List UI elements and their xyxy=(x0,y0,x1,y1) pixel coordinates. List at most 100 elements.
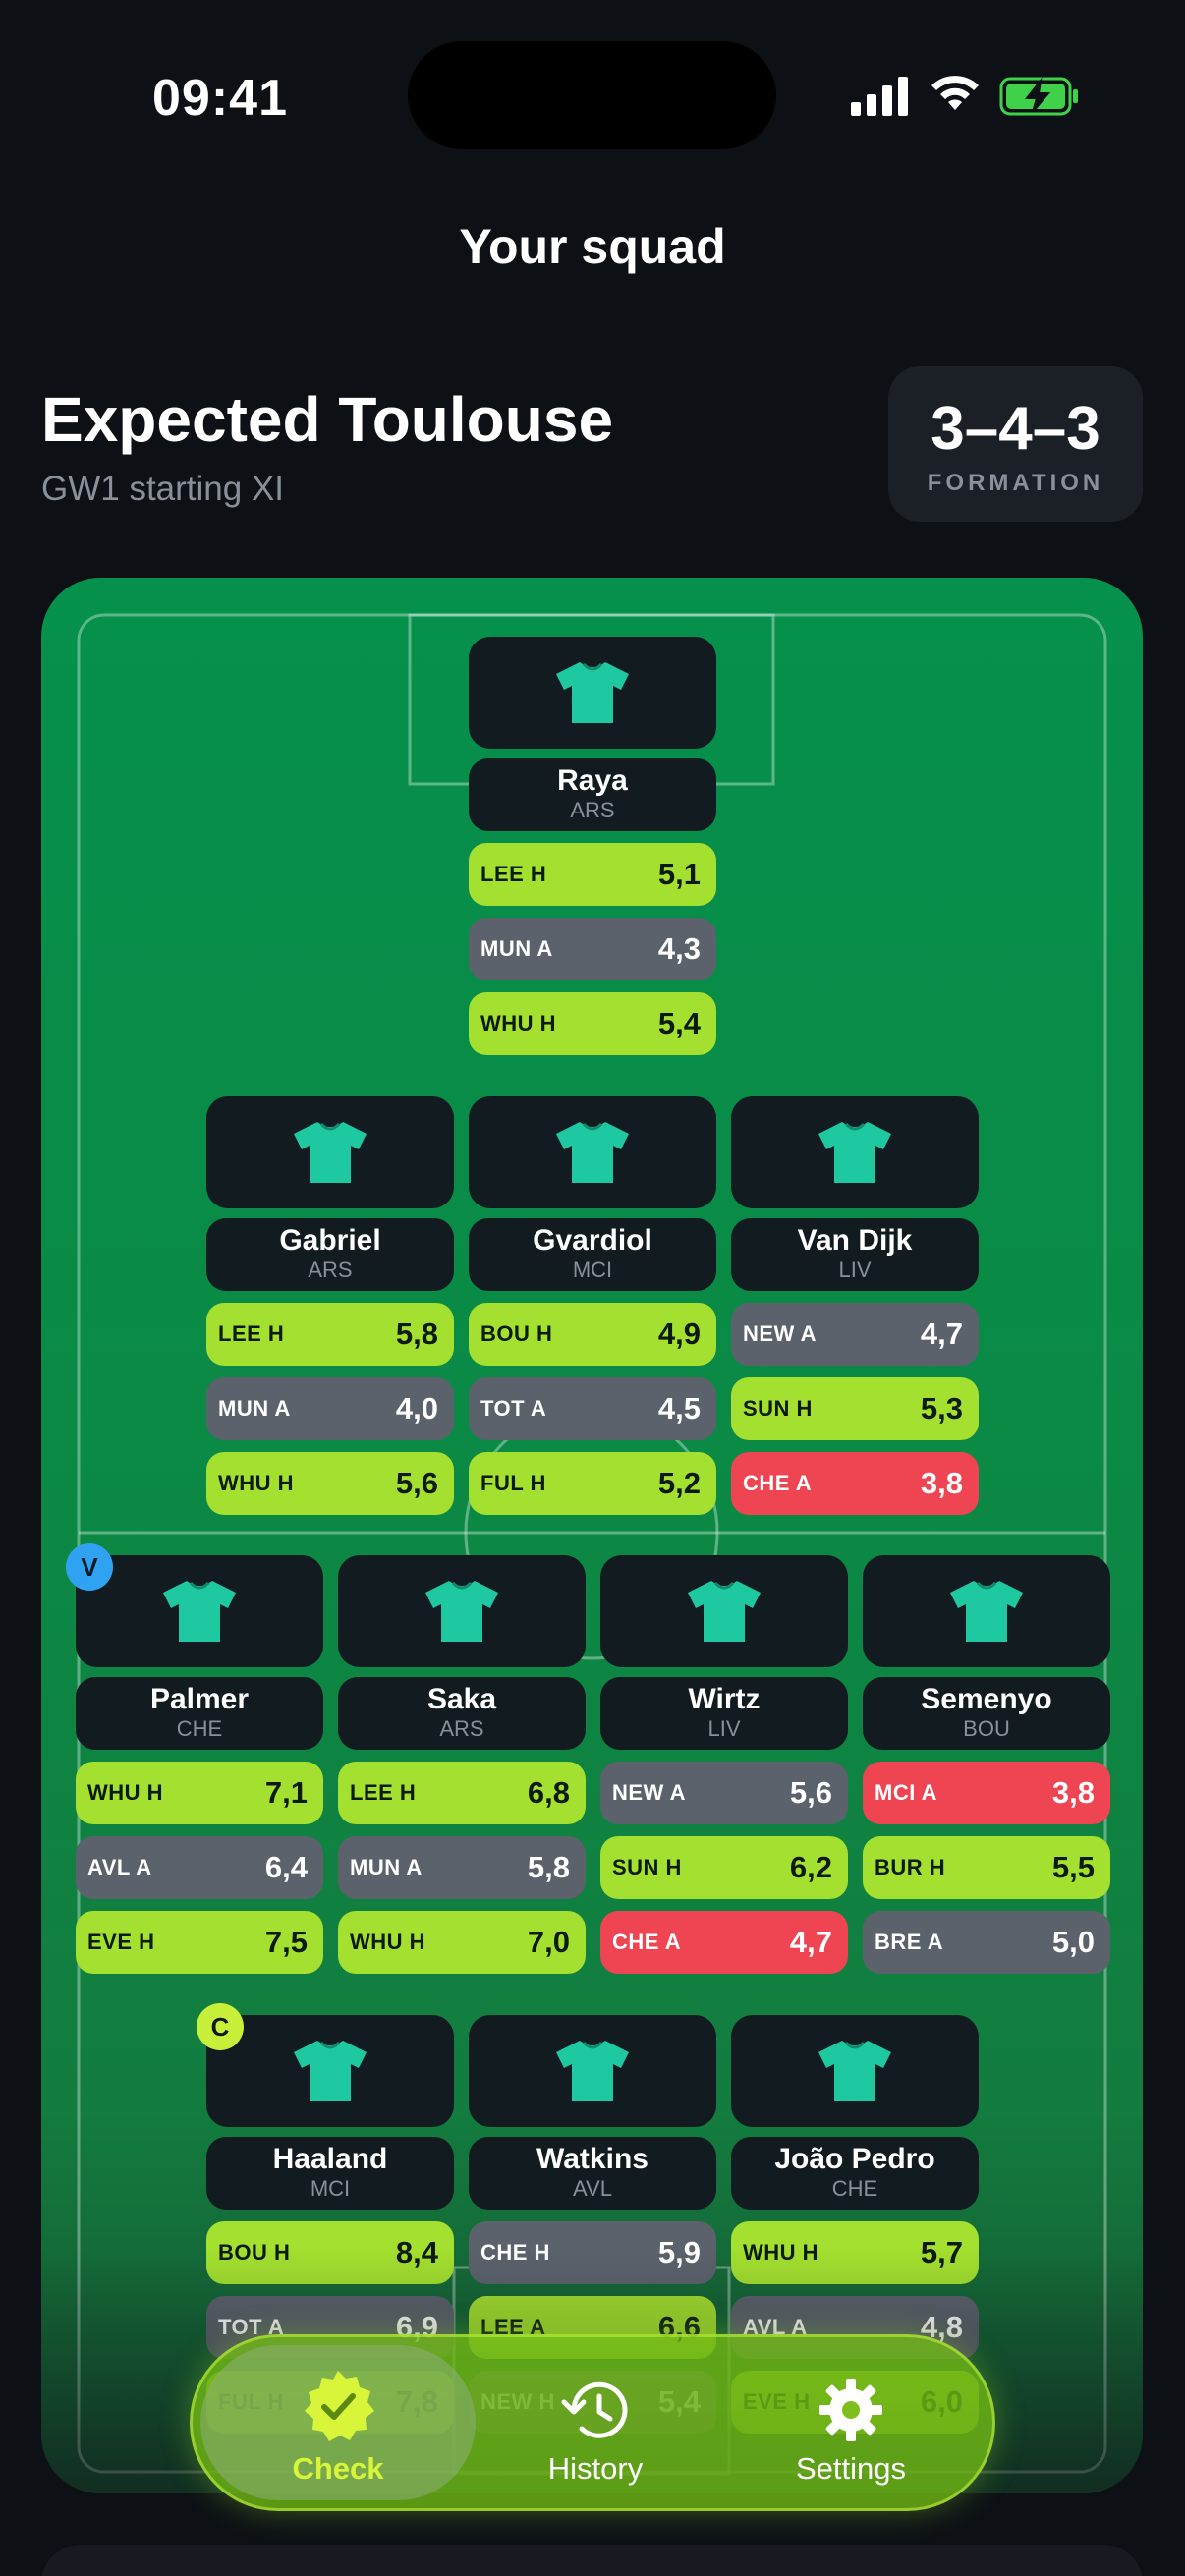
tab-check[interactable]: Check xyxy=(200,2337,476,2514)
fixture-points: 4,5 xyxy=(657,1391,701,1426)
fixture-points: 5,6 xyxy=(789,1775,832,1810)
fixture-pill: MCI A 3,8 xyxy=(863,1762,1110,1824)
fixture-points: 5,4 xyxy=(657,1006,701,1040)
player-team: ARS xyxy=(439,1716,484,1741)
fixture-pill: WHU H 7,1 xyxy=(76,1762,323,1824)
player-card[interactable]: Semenyo BOU MCI A 3,8 BUR H 5,5 BRE A 5,0 xyxy=(863,1555,1110,1974)
fixture-points: 4,9 xyxy=(657,1316,701,1351)
player-name: Semenyo xyxy=(921,1683,1052,1715)
shirt-icon xyxy=(818,2041,891,2101)
fixture-points: 7,1 xyxy=(264,1775,308,1810)
fixture-opponent: MUN A xyxy=(218,1396,291,1421)
fixture-opponent: CHE A xyxy=(612,1930,682,1954)
fixture-opponent: LEE H xyxy=(480,862,547,886)
fixture-pill: WHU H 5,4 xyxy=(469,992,716,1055)
formation-card[interactable]: 3–4–3 FORMATION xyxy=(888,366,1143,522)
player-name: Saka xyxy=(426,1683,497,1715)
fixture-pill: SUN H 5,3 xyxy=(731,1377,979,1440)
fixture-pill: SUN H 6,2 xyxy=(600,1836,848,1899)
page-title: Your squad xyxy=(459,219,726,274)
fixture-pill: NEW A 5,6 xyxy=(600,1762,848,1824)
player-card[interactable]: Saka ARS LEE H 6,8 MUN A 5,8 WHU H 7,0 xyxy=(338,1555,586,1974)
player-card[interactable]: Gabriel ARS LEE H 5,8 MUN A 4,0 WHU H 5,6 xyxy=(206,1096,454,1515)
fixture-opponent: EVE H xyxy=(87,1930,155,1954)
fixture-opponent: BRE A xyxy=(875,1930,944,1954)
vice-captain-badge: V xyxy=(66,1543,113,1591)
battery-charging-icon xyxy=(999,77,1078,116)
fixture-opponent: WHU H xyxy=(480,1011,557,1036)
fixture-opponent: WHU H xyxy=(87,1780,164,1805)
fixture-pill: NEW A 4,7 xyxy=(731,1303,979,1366)
player-name-card: Semenyo BOU xyxy=(863,1677,1110,1750)
player-name: Watkins xyxy=(536,2143,649,2175)
shirt-card xyxy=(469,2015,716,2127)
shirt-card xyxy=(206,2015,454,2127)
player-name-card: Watkins AVL xyxy=(469,2137,716,2210)
fixture-pill: AVL A 6,4 xyxy=(76,1836,323,1899)
tab-check-label: Check xyxy=(292,2451,384,2486)
check-badge-icon xyxy=(305,2371,374,2441)
fixture-opponent: BUR H xyxy=(875,1855,946,1879)
history-icon xyxy=(561,2381,628,2438)
fixture-opponent: AVL A xyxy=(87,1855,152,1879)
fixture-points: 4,0 xyxy=(395,1391,438,1426)
team-name: Expected Toulouse xyxy=(41,384,614,455)
shirt-card xyxy=(469,1096,716,1208)
fixture-opponent: FUL H xyxy=(480,1471,546,1495)
fixture-opponent: WHU H xyxy=(350,1930,426,1954)
shirt-icon xyxy=(950,1581,1023,1642)
player-card[interactable]: Palmer CHE WHU H 7,1 AVL A 6,4 EVE H 7,5 xyxy=(76,1555,323,1974)
player-name: Haaland xyxy=(272,2143,388,2175)
fixture-pill: MUN A 5,8 xyxy=(338,1836,586,1899)
player-name: Gvardiol xyxy=(533,1224,652,1257)
tab-history[interactable]: History xyxy=(487,2337,704,2514)
tab-bar: Check History Settings xyxy=(190,2334,995,2511)
fixture-pill: MUN A 4,0 xyxy=(206,1377,454,1440)
fixture-pill: CHE A 4,7 xyxy=(600,1911,848,1974)
fixture-points: 4,7 xyxy=(789,1925,832,1959)
fixture-opponent: SUN H xyxy=(743,1396,813,1421)
fixture-pill: CHE A 3,8 xyxy=(731,1452,979,1515)
fixture-pill: MUN A 4,3 xyxy=(469,918,716,980)
player-team: LIV xyxy=(707,1716,741,1741)
shirt-card xyxy=(600,1555,848,1667)
player-name: Van Dijk xyxy=(797,1224,913,1257)
shirt-card xyxy=(338,1555,586,1667)
wifi-icon xyxy=(931,76,979,110)
fixture-points: 5,5 xyxy=(1051,1850,1095,1884)
shirt-icon xyxy=(294,2041,367,2101)
fixture-opponent: MCI A xyxy=(875,1780,938,1805)
tab-settings[interactable]: Settings xyxy=(738,2337,964,2514)
fixture-opponent: LEE H xyxy=(350,1780,417,1805)
fixture-pill: WHU H 5,6 xyxy=(206,1452,454,1515)
shirt-icon xyxy=(818,1122,891,1183)
player-name-card: Gvardiol MCI xyxy=(469,1218,716,1291)
player-name-card: Saka ARS xyxy=(338,1677,586,1750)
shirt-card xyxy=(76,1555,323,1667)
fixture-points: 4,3 xyxy=(657,931,701,966)
shirt-icon xyxy=(688,1581,761,1642)
fixture-points: 7,0 xyxy=(527,1925,570,1959)
player-team: BOU xyxy=(963,1716,1010,1741)
captain-badge: C xyxy=(197,2003,244,2050)
player-card[interactable]: Gvardiol MCI BOU H 4,9 TOT A 4,5 FUL H 5,2 xyxy=(469,1096,716,1515)
tab-history-label: History xyxy=(547,2451,644,2486)
player-card[interactable]: Raya ARS LEE H 5,1 MUN A 4,3 WHU H 5,4 xyxy=(469,637,716,1055)
player-name-card: Wirtz LIV xyxy=(600,1677,848,1750)
player-card[interactable]: Van Dijk LIV NEW A 4,7 SUN H 5,3 CHE A 3,8 xyxy=(731,1096,979,1515)
player-team: ARS xyxy=(570,798,615,822)
player-name-card: Haaland MCI xyxy=(206,2137,454,2210)
player-name-card: João Pedro CHE xyxy=(731,2137,979,2210)
fixture-points: 6,8 xyxy=(527,1775,570,1810)
fixture-pill: WHU H 7,0 xyxy=(338,1911,586,1974)
shirt-icon xyxy=(294,1122,367,1183)
fixture-opponent: NEW A xyxy=(612,1780,687,1805)
fixture-points: 7,5 xyxy=(264,1925,308,1959)
fixture-points: 6,2 xyxy=(789,1850,832,1884)
player-card[interactable]: Wirtz LIV NEW A 5,6 SUN H 6,2 CHE A 4,7 xyxy=(600,1555,848,1974)
shirt-card xyxy=(863,1555,1110,1667)
fixture-points: 5,0 xyxy=(1051,1925,1095,1959)
shirt-icon xyxy=(163,1581,236,1642)
fixture-points: 3,8 xyxy=(1051,1775,1095,1810)
fixture-points: 5,3 xyxy=(920,1391,963,1426)
